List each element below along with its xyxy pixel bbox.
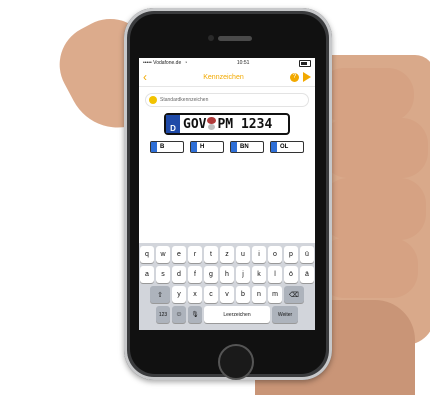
keyboard-row-3: ⇧ y x c v b n m ⌫ [139, 286, 315, 303]
carrier-label: ••••• Vodafone.de ◔ [143, 60, 188, 66]
key[interactable]: q [140, 246, 154, 263]
key[interactable]: y [172, 286, 186, 303]
key[interactable]: t [204, 246, 218, 263]
keyboard-row-2: a s d f g h j k l ö ä [139, 266, 315, 283]
country-code: D [170, 124, 176, 133]
battery-icon [299, 59, 311, 67]
keyboard-row-1: q w e r t z u i o p ü [139, 246, 315, 263]
key[interactable]: z [220, 246, 234, 263]
status-bar: ••••• Vodafone.de ◔ 10:51 [139, 58, 315, 68]
keyboard-row-4: 123 ☺ 🎙 Leerzeichen Weiter [139, 306, 315, 323]
emoji-icon[interactable]: ☺ [172, 306, 186, 323]
home-button[interactable] [218, 344, 254, 380]
key[interactable]: n [252, 286, 266, 303]
key[interactable]: a [140, 266, 154, 283]
plate-right-text: PM 1234 [217, 116, 273, 132]
key[interactable]: u [236, 246, 250, 263]
key[interactable]: p [284, 246, 298, 263]
key[interactable]: ö [284, 266, 298, 283]
key[interactable]: e [172, 246, 186, 263]
key[interactable]: m [268, 286, 282, 303]
clock: 10:51 [236, 60, 250, 66]
wifi-icon: ◔ [184, 60, 188, 66]
key[interactable]: c [204, 286, 218, 303]
hand-finger [322, 118, 428, 178]
quick-plate-row: B H BN OL [139, 141, 315, 153]
plate-left-text: GOV [183, 116, 207, 132]
hand-finger [318, 68, 414, 122]
key[interactable]: j [236, 266, 250, 283]
nav-bar: ‹ Kennzeichen ? [139, 68, 315, 87]
quick-plate-b[interactable]: B [150, 141, 184, 153]
plate-type-icon [149, 96, 157, 104]
return-key[interactable]: Weiter [272, 306, 298, 323]
registration-seal-icon [207, 117, 217, 131]
key[interactable]: ä [300, 266, 314, 283]
quick-plate-h[interactable]: H [190, 141, 224, 153]
app-screen: ••••• Vodafone.de ◔ 10:51 ‹ Kennzeichen … [139, 58, 315, 330]
hand-finger [318, 238, 418, 298]
nav-actions: ? [290, 72, 311, 82]
plate-type-selector[interactable]: Standardkennzeichen [145, 93, 309, 107]
quick-plate-ol[interactable]: OL [270, 141, 304, 153]
key[interactable]: k [252, 266, 266, 283]
key[interactable]: f [188, 266, 202, 283]
space-key[interactable]: Leerzeichen [204, 306, 270, 323]
key[interactable]: ü [300, 246, 314, 263]
key[interactable]: i [252, 246, 266, 263]
earpiece [218, 36, 252, 41]
key[interactable]: v [220, 286, 234, 303]
key[interactable]: s [156, 266, 170, 283]
key[interactable]: x [188, 286, 202, 303]
key[interactable]: g [204, 266, 218, 283]
help-icon[interactable]: ? [290, 72, 299, 82]
key[interactable]: d [172, 266, 186, 283]
numbers-key[interactable]: 123 [156, 306, 170, 323]
play-icon[interactable] [303, 72, 311, 82]
shift-key[interactable]: ⇧ [150, 286, 170, 303]
page-title: Kennzeichen [203, 73, 244, 81]
key[interactable]: h [220, 266, 234, 283]
chevron-left-icon[interactable]: ‹ [143, 70, 157, 84]
key[interactable]: w [156, 246, 170, 263]
plate-type-label: Standardkennzeichen [160, 97, 209, 103]
quick-plate-bn[interactable]: BN [230, 141, 264, 153]
microphone-icon[interactable]: 🎙 [188, 306, 202, 323]
eu-band: D [166, 115, 180, 133]
delete-key[interactable]: ⌫ [284, 286, 304, 303]
key[interactable]: b [236, 286, 250, 303]
front-camera [208, 35, 214, 41]
key[interactable]: o [268, 246, 282, 263]
keyboard: q w e r t z u i o p ü a s d f g h j k l … [139, 243, 315, 330]
key[interactable]: l [268, 266, 282, 283]
hand-finger [322, 178, 426, 240]
key[interactable]: r [188, 246, 202, 263]
license-plate[interactable]: D GOV PM 1234 [164, 113, 290, 135]
